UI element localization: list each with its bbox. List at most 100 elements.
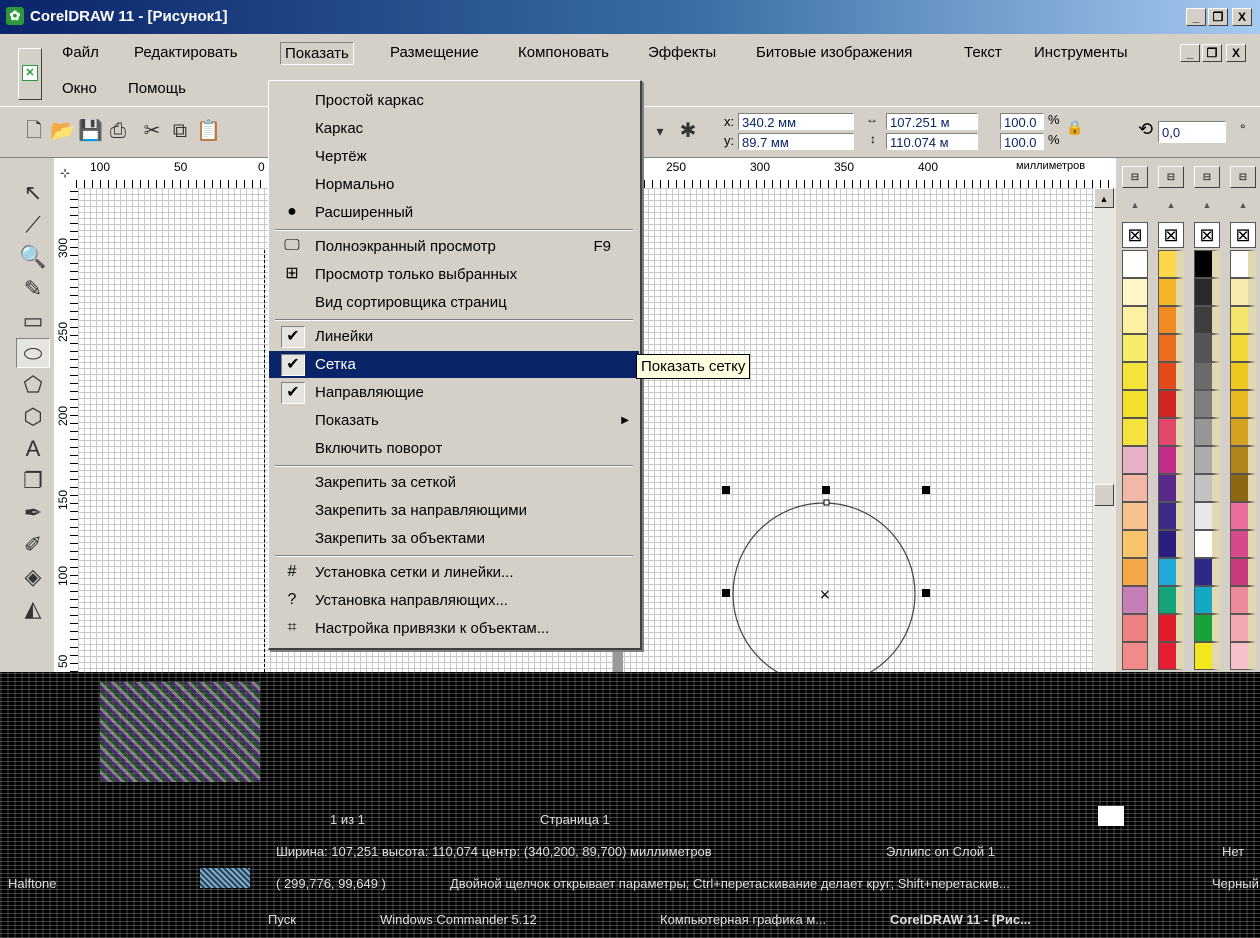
taskbar-windows-commander[interactable]: Windows Commander 5.12 [380,912,537,927]
doc-close-button[interactable]: X [1226,44,1246,62]
ruler-origin-icon[interactable]: ⊹ [54,158,77,189]
print-icon[interactable]: ⎙ [106,119,130,143]
color-swatch[interactable] [1158,642,1184,670]
menu-item-guidelines[interactable]: ✔ Направляющие [269,379,639,406]
color-swatch[interactable] [1158,278,1184,306]
color-swatch[interactable] [1194,446,1220,474]
menu-item-fullscreen-preview[interactable]: 🖵 Полноэкранный просмотр F9 [269,233,639,260]
menu-item-enable-rotation[interactable]: Включить поворот [269,435,639,462]
palette-menu-icon[interactable]: ⊟ [1122,166,1148,188]
color-swatch[interactable] [1122,362,1148,390]
vertical-ruler[interactable]: 300 250 200 150 100 50 [54,188,79,672]
color-swatch[interactable] [1158,558,1184,586]
color-swatch[interactable] [1194,502,1220,530]
page-tab[interactable]: Страница 1 [540,812,610,827]
color-swatch[interactable] [1122,334,1148,362]
color-swatch[interactable] [1194,362,1220,390]
color-swatch[interactable] [1194,334,1220,362]
menu-bitmaps[interactable]: Битовые изображения [752,42,916,63]
menu-item-rulers[interactable]: ✔ Линейки [269,323,639,350]
color-swatch[interactable] [1122,614,1148,642]
color-swatch[interactable] [1230,418,1256,446]
color-swatch[interactable] [1158,530,1184,558]
scroll-thumb[interactable] [1094,484,1114,506]
color-swatch[interactable] [1194,530,1220,558]
menu-item-page-sorter[interactable]: Вид сортировщика страниц [269,289,639,316]
color-swatch[interactable] [1158,418,1184,446]
palette-menu-icon[interactable]: ⊟ [1194,166,1220,188]
color-swatch[interactable] [1122,502,1148,530]
menu-item-guidelines-setup[interactable]: ? Установка направляющих... [269,587,639,614]
color-swatch[interactable] [1230,558,1256,586]
outline-tool-icon[interactable]: ✐ [16,530,50,560]
color-swatch[interactable] [1230,334,1256,362]
maximize-button[interactable]: ❐ [1208,8,1228,26]
freehand-tool-icon[interactable]: ✎ [16,274,50,304]
menu-edit[interactable]: Редактировать [130,42,242,63]
y-position-field[interactable]: 89.7 мм [738,133,854,150]
color-swatch[interactable] [1158,502,1184,530]
menu-item-grid-ruler-setup[interactable]: # Установка сетки и линейки... [269,559,639,586]
color-swatch[interactable] [1122,390,1148,418]
rotation-angle-field[interactable]: 0,0 [1158,121,1226,143]
taskbar-coreldraw[interactable]: CorelDRAW 11 - [Рис... [890,912,1031,927]
color-swatch[interactable] [1194,586,1220,614]
menu-layout[interactable]: Размещение [386,42,483,63]
ellipse-tool-icon[interactable]: ⬭ [16,338,50,368]
color-swatch[interactable] [1194,250,1220,278]
cut-icon[interactable]: ✂ [140,119,164,143]
color-swatch[interactable] [1230,530,1256,558]
menu-item-wireframe[interactable]: Каркас [269,115,639,142]
basic-shapes-tool-icon[interactable]: ⬡ [16,402,50,432]
no-color-swatch[interactable]: ⊠ [1122,222,1148,248]
color-swatch[interactable] [1194,642,1220,670]
color-swatch[interactable] [1230,642,1256,670]
color-swatch[interactable] [1230,502,1256,530]
fill-tool-icon[interactable]: ◈ [16,562,50,592]
menu-window[interactable]: Окно [58,78,101,99]
doc-minimize-button[interactable]: _ [1180,44,1200,62]
scale-x-field[interactable]: 100.0 [1000,113,1044,130]
polygon-tool-icon[interactable]: ⬠ [16,370,50,400]
color-swatch[interactable] [1122,474,1148,502]
paste-icon[interactable]: 📋 [196,119,221,143]
scroll-thumb[interactable] [1098,806,1124,826]
menu-text[interactable]: Текст [960,42,1006,63]
doc-restore-button[interactable]: ❐ [1202,44,1222,62]
color-swatch[interactable] [1230,278,1256,306]
menu-item-snap-to-grid[interactable]: Закрепить за сеткой [269,469,639,496]
color-swatch[interactable] [1230,306,1256,334]
color-swatch[interactable] [1194,306,1220,334]
x-position-field[interactable]: 340.2 мм [738,113,854,130]
menu-arrange[interactable]: Компоновать [514,42,613,63]
taskbar-start[interactable]: Пуск [268,912,296,927]
color-swatch[interactable] [1158,446,1184,474]
color-swatch[interactable] [1194,390,1220,418]
text-tool-icon[interactable]: A [16,434,50,464]
new-icon[interactable]: 🗋 [22,119,46,143]
zoom-tool-icon[interactable]: 🔍 [16,242,50,272]
color-swatch[interactable] [1230,474,1256,502]
interactive-blend-tool-icon[interactable]: ❐ [16,466,50,496]
menu-item-enhanced[interactable]: ● Расширенный [269,199,639,226]
color-swatch[interactable] [1230,446,1256,474]
save-icon[interactable]: 💾 [78,119,103,143]
open-icon[interactable]: 📂 [50,119,75,143]
zoom-dropdown-arrow-icon[interactable]: ▾ [648,119,672,143]
color-swatch[interactable] [1158,614,1184,642]
no-color-swatch[interactable]: ⊠ [1230,222,1256,248]
interactive-fill-tool-icon[interactable]: ◭ [16,594,50,624]
palette-scroll-up-icon[interactable]: ▲ [1194,200,1220,218]
menu-item-snap-to-objects[interactable]: Закрепить за объектами [269,525,639,552]
palette-menu-icon[interactable]: ⊟ [1230,166,1256,188]
no-color-swatch[interactable]: ⊠ [1194,222,1220,248]
color-swatch[interactable] [1122,558,1148,586]
page-navigation[interactable]: 1 из 1 [330,812,365,827]
color-swatch[interactable] [1194,278,1220,306]
color-swatch[interactable] [1122,530,1148,558]
close-button[interactable]: X [1232,8,1252,26]
pick-tool-icon[interactable]: ↖ [16,178,50,208]
color-swatch[interactable] [1230,614,1256,642]
menu-item-preview-selected[interactable]: ⊞ Просмотр только выбранных [269,261,639,288]
shape-tool-icon[interactable]: ⟋ [16,210,50,240]
